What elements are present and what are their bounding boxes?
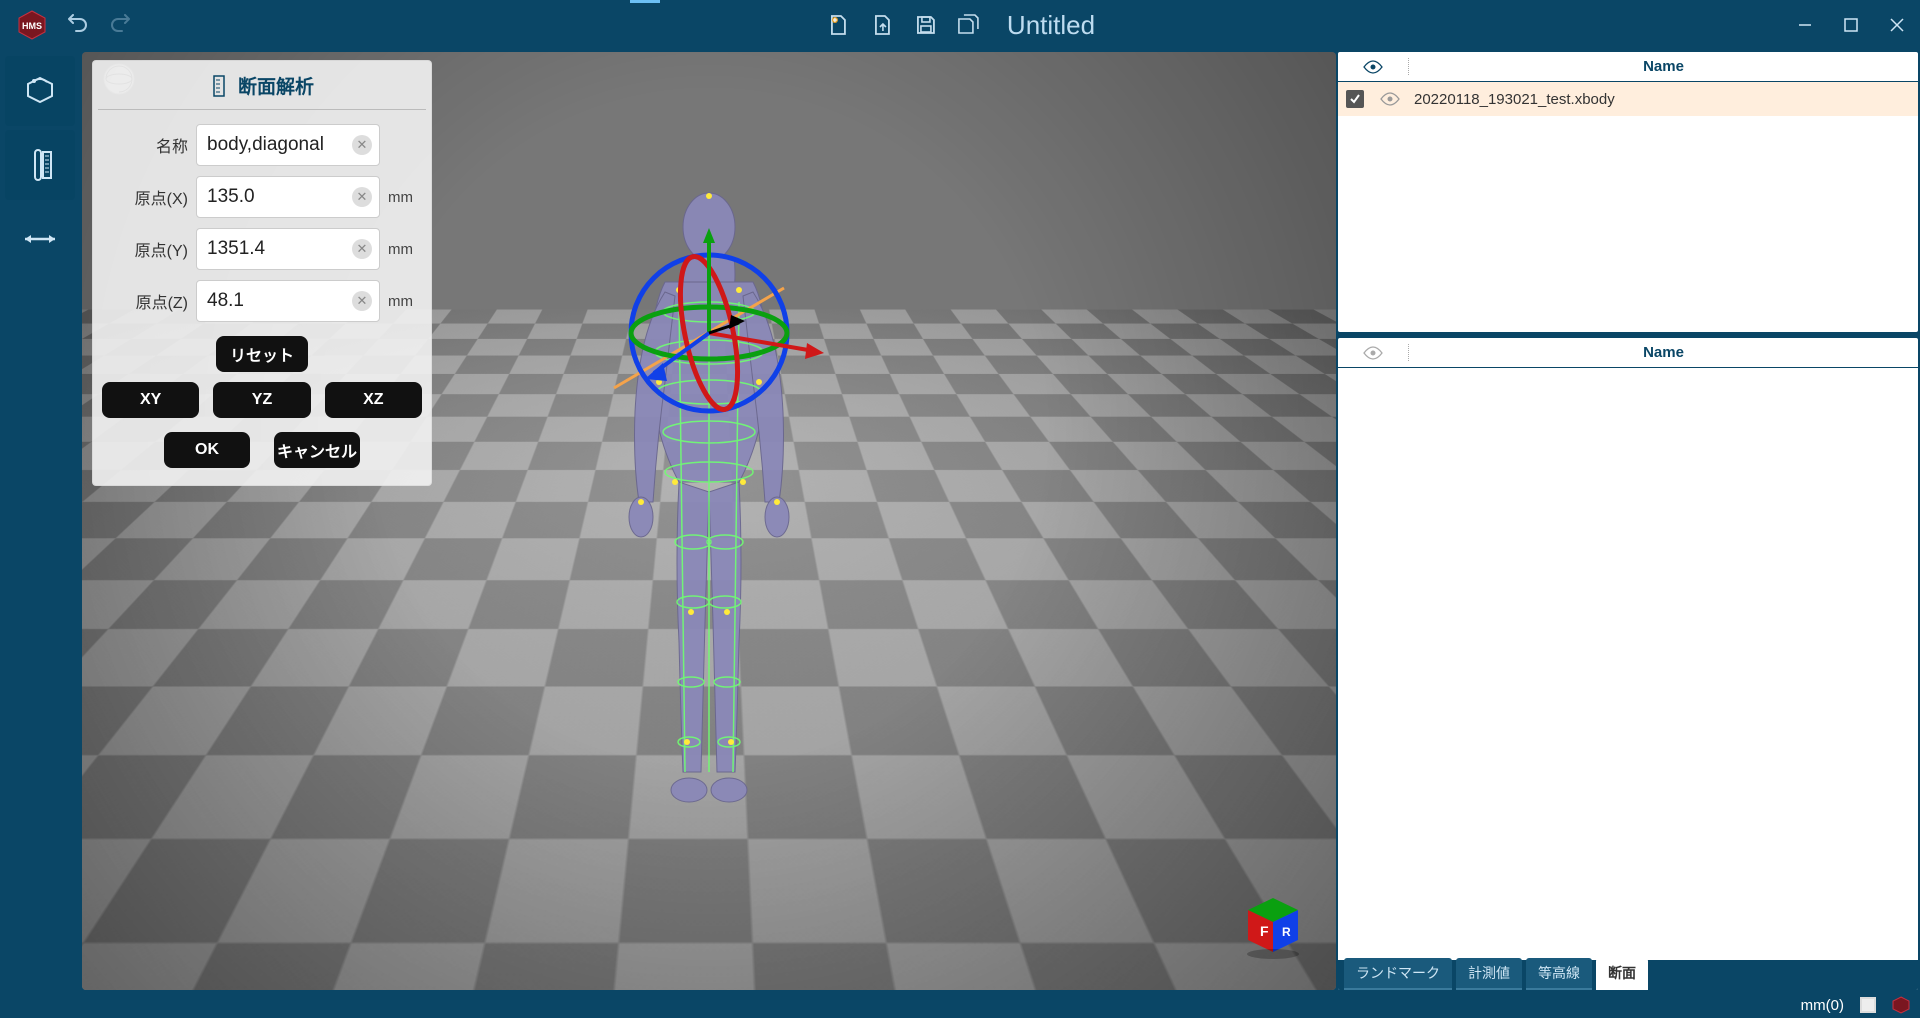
panel-title: 断面解析 [238,72,314,99]
reset-button[interactable]: リセット [216,336,308,372]
unit-label: mm [388,293,422,310]
visibility-icon[interactable] [1372,92,1408,106]
name-header: Name [1408,344,1918,361]
tab-section[interactable]: 断面 [1596,958,1648,990]
section-list-panel: Name ランドマーク 計測値 等高線 断面 [1338,338,1918,990]
save-icon[interactable] [913,12,939,38]
svg-text:F: F [1260,923,1269,939]
tool-transform[interactable] [5,204,75,274]
eye-icon [1363,60,1383,74]
origin-x-label: 原点(X) [102,185,188,209]
section-analysis-panel: 断面解析 名称 ✕ 原点(X) ✕ mm 原点(Y) ✕ mm [92,60,432,486]
new-file-icon[interactable] [825,12,851,38]
ok-button[interactable]: OK [164,432,250,468]
clear-icon[interactable]: ✕ [352,135,372,155]
svg-text:HMS: HMS [22,21,42,31]
right-sidebar: Name 20220118_193021_test.xbody Name ランド… [1338,52,1918,990]
clear-icon[interactable]: ✕ [352,291,372,311]
viewport-3d[interactable]: F R 断面解析 名称 ✕ 原点(X) ✕ [82,52,1336,990]
xz-button[interactable]: XZ [325,382,422,418]
app-logo-icon[interactable]: HMS [14,7,50,43]
origin-z-label: 原点(Z) [102,289,188,313]
titlebar: HMS Untitled [0,0,1920,50]
status-unit: mm(0) [1801,997,1844,1014]
left-toolbar [0,50,80,992]
save-as-icon[interactable] [957,12,983,38]
tab-landmark[interactable]: ランドマーク [1344,958,1452,990]
ruler-icon [210,75,228,97]
redo-icon[interactable] [106,11,134,39]
scene-list-panel: Name 20220118_193021_test.xbody [1338,52,1918,332]
section-tabs: ランドマーク 計測値 等高線 断面 [1338,960,1918,990]
scene-filename: 20220118_193021_test.xbody [1408,91,1918,108]
xy-button[interactable]: XY [102,382,199,418]
clear-icon[interactable]: ✕ [352,239,372,259]
cancel-button[interactable]: キャンセル [274,432,360,468]
eye-icon [1363,346,1383,360]
unit-label: mm [388,189,422,206]
status-square-icon[interactable] [1860,997,1876,1013]
unit-label: mm [388,241,422,258]
svg-text:R: R [1282,925,1291,939]
navigation-cube[interactable]: F R [1240,894,1306,960]
open-file-icon[interactable] [869,12,895,38]
tool-measure[interactable] [5,130,75,200]
name-label: 名称 [102,133,188,157]
yz-button[interactable]: YZ [213,382,310,418]
scene-item[interactable]: 20220118_193021_test.xbody [1338,82,1918,116]
clear-icon[interactable]: ✕ [352,187,372,207]
close-icon[interactable] [1874,0,1920,50]
maximize-icon[interactable] [1828,0,1874,50]
minimize-icon[interactable] [1782,0,1828,50]
titlebar-tab-indicator [630,0,660,3]
document-title: Untitled [1007,10,1095,41]
tool-view[interactable] [5,56,75,126]
status-hex-icon[interactable] [1892,996,1910,1014]
scene-checkbox[interactable] [1338,90,1372,108]
status-bar: mm(0) [0,992,1920,1018]
origin-y-label: 原点(Y) [102,237,188,261]
undo-icon[interactable] [64,11,92,39]
rotation-gizmo[interactable] [589,213,829,453]
name-header: Name [1408,58,1918,75]
tab-contour[interactable]: 等高線 [1526,958,1592,990]
tab-measure[interactable]: 計測値 [1456,958,1522,990]
